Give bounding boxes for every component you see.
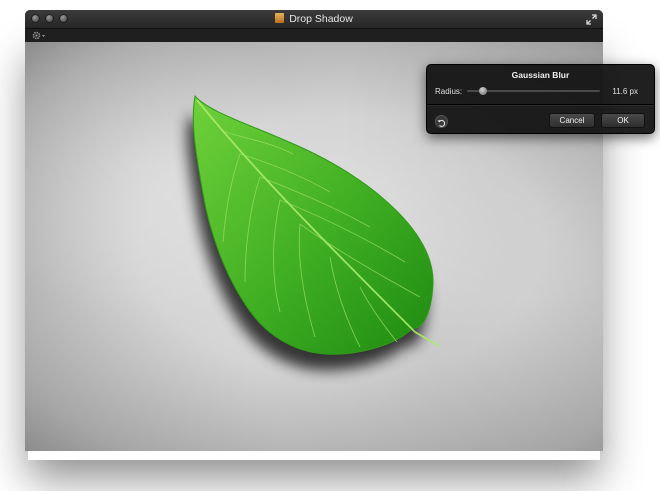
panel-title: Gaussian Blur [511,70,570,80]
radius-slider[interactable] [467,87,600,95]
reset-icon[interactable] [435,115,448,128]
toolbar [25,29,603,43]
radius-slider-knob[interactable] [478,87,487,95]
leaf [192,94,440,355]
radius-value: 11.6 px [612,87,638,96]
ok-button[interactable]: OK [601,113,645,128]
radius-label: Radius: [435,87,463,96]
window-title: Drop Shadow [289,13,353,25]
window-title-area: Drop Shadow [25,12,603,26]
gaussian-blur-panel: Gaussian Blur Radius: 11.6 px Cancel OK [426,64,655,134]
fullscreen-icon[interactable] [586,14,597,25]
cancel-button[interactable]: Cancel [549,113,595,128]
title-bar[interactable]: Drop Shadow [25,10,603,29]
document-icon [275,13,285,23]
gear-icon[interactable] [31,30,47,41]
panel-divider [427,104,654,105]
